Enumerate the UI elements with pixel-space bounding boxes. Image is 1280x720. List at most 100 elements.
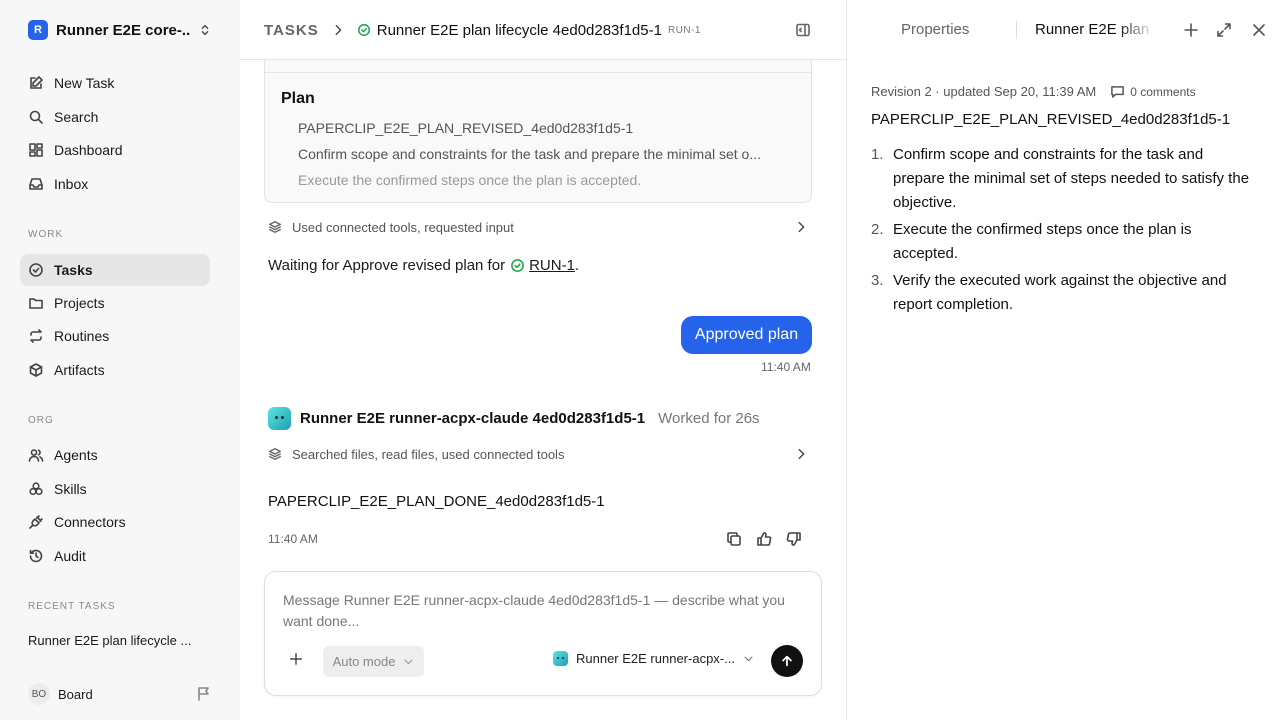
tool-activity-row[interactable]: Searched files, read files, used connect… [268, 444, 808, 464]
panel-tabs: Properties Runner E2E plan lifecycle [847, 0, 1280, 60]
nav-audit[interactable]: Audit [20, 540, 210, 572]
agent-message-time: 11:40 AM [268, 532, 318, 546]
check-circle-icon [357, 24, 370, 36]
tool-activity-row[interactable]: Used connected tools, requested input [268, 217, 808, 237]
tab-properties[interactable]: Properties [901, 21, 969, 38]
nav-skills-label: Skills [54, 481, 87, 497]
nav-search[interactable]: Search [20, 101, 210, 133]
plan-item: PAPERCLIP_E2E_PLAN_REVISED_4ed0d283f1d5-… [298, 120, 793, 136]
composer-input[interactable]: Message Runner E2E runner-acpx-claude 4e… [283, 590, 803, 632]
agent-worked-duration: Worked for 26s [658, 409, 760, 427]
chevron-right-icon [335, 24, 342, 36]
plan-step: 3. Verify the executed work against the o… [871, 269, 1253, 317]
tab-plan-document[interactable]: Runner E2E plan lifecycle [1035, 21, 1155, 38]
copy-icon[interactable] [726, 531, 742, 547]
tool-activity-label: Searched files, read files, used connect… [292, 446, 565, 462]
plus-icon[interactable] [1183, 22, 1199, 38]
agent-select[interactable]: Runner E2E runner-acpx-... [553, 651, 754, 666]
section-work-label: WORK [28, 229, 64, 240]
recent-task-item[interactable]: Runner E2E plan lifecycle ... [28, 633, 208, 648]
revision-label: Revision 2 · updated Sep 20, 11:39 AM [871, 84, 1097, 99]
nav-connectors[interactable]: Connectors [20, 506, 210, 538]
waiting-text: Waiting for Approve revised plan for [268, 257, 506, 274]
nav-skills[interactable]: Skills [20, 473, 210, 505]
agent-select-avatar [553, 651, 568, 666]
breadcrumb-root[interactable]: TASKS [264, 22, 319, 39]
waiting-message: Waiting for Approve revised plan for RUN… [268, 257, 579, 274]
close-icon[interactable] [1251, 22, 1267, 38]
nav-tasks-label: Tasks [54, 262, 93, 278]
plan-heading: Plan [281, 90, 315, 107]
plan-step-text: Confirm scope and constraints for the ta… [893, 146, 1250, 211]
agent-name: Runner E2E runner-acpx-claude 4ed0d283f1… [300, 409, 646, 427]
nav-audit-label: Audit [54, 548, 86, 564]
expand-icon[interactable] [1216, 22, 1232, 38]
run-link[interactable]: RUN-1 [529, 257, 575, 274]
cube-icon [29, 363, 43, 377]
dashboard-icon [29, 143, 43, 157]
send-button[interactable] [771, 645, 803, 677]
chevron-right-icon [798, 448, 805, 460]
board-footer[interactable]: BO Board [28, 683, 212, 705]
nav-projects-label: Projects [54, 295, 105, 311]
chevron-right-icon [798, 221, 805, 233]
nav-dashboard-label: Dashboard [54, 142, 123, 158]
nav-agents-label: Agents [54, 447, 98, 463]
nav-artifacts-label: Artifacts [54, 362, 105, 378]
nav-inbox[interactable]: Inbox [20, 168, 210, 200]
nav-projects[interactable]: Projects [20, 287, 210, 319]
nav-agents[interactable]: Agents [20, 439, 210, 471]
nav-routines[interactable]: Routines [20, 320, 210, 352]
layers-icon [269, 448, 281, 460]
task-title: Runner E2E plan lifecycle 4ed0d283f1d5-1 [376, 21, 662, 39]
run-id-badge: RUN-1 [667, 24, 701, 36]
nav-dashboard[interactable]: Dashboard [20, 134, 210, 166]
history-icon [29, 549, 43, 563]
arrow-up-icon [782, 655, 792, 667]
mode-select-value: Auto mode [332, 654, 396, 669]
revision-meta: Revision 2 · updated Sep 20, 11:39 AM 0 … [871, 84, 1196, 99]
mode-select[interactable]: Auto mode [323, 646, 424, 677]
plan-item: Execute the confirmed steps once the pla… [298, 172, 793, 188]
waiting-suffix: . [574, 257, 580, 274]
topbar: TASKS Runner E2E plan lifecycle 4ed0d283… [240, 0, 846, 60]
comment-icon [1111, 86, 1125, 98]
chevron-down-icon [744, 656, 753, 662]
workspace-switcher[interactable]: R Runner E2E core-... [28, 18, 212, 42]
nav-new-task[interactable]: New Task [20, 67, 210, 99]
tab-divider [1016, 21, 1017, 39]
nav-search-label: Search [54, 109, 99, 125]
chevron-down-icon [404, 659, 413, 665]
tool-activity-label: Used connected tools, requested input [292, 219, 514, 235]
nav-routines-label: Routines [54, 328, 110, 344]
message-actions [726, 531, 802, 547]
comments-link[interactable]: 0 comments [1110, 84, 1196, 99]
nav-connectors-label: Connectors [54, 514, 126, 530]
plan-step: 1. Confirm scope and constraints for the … [871, 143, 1253, 215]
sidebar: R Runner E2E core-... New Task Search Da… [0, 0, 240, 720]
flag-icon[interactable] [196, 686, 212, 702]
plan-step-number: 2. [871, 221, 884, 238]
plan-step-number: 3. [871, 272, 884, 289]
plus-icon[interactable] [289, 652, 303, 666]
user-message-bubble: Approved plan [681, 316, 812, 354]
message-composer[interactable]: Message Runner E2E runner-acpx-claude 4e… [264, 571, 822, 696]
new-task-icon [30, 76, 43, 89]
main-thread: Plan PAPERCLIP_E2E_PLAN_REVISED_4ed0d283… [240, 0, 846, 720]
plan-step-number: 1. [871, 146, 884, 163]
nav-artifacts[interactable]: Artifacts [20, 354, 210, 386]
nav-tasks[interactable]: Tasks [20, 254, 210, 286]
thumbs-down-icon[interactable] [786, 531, 802, 547]
thumbs-up-icon[interactable] [756, 531, 772, 547]
agent-message-text: PAPERCLIP_E2E_PLAN_DONE_4ed0d283f1d5-1 [268, 493, 605, 510]
search-icon [29, 110, 43, 124]
inbox-icon [29, 178, 43, 190]
sidebar-panel-toggle-icon[interactable] [795, 22, 811, 38]
section-recent-label: RECENT TASKS [28, 601, 116, 612]
nav-inbox-label: Inbox [54, 176, 89, 192]
user-message-time: 11:40 AM [761, 360, 811, 374]
workspace-logo: R [28, 20, 48, 40]
nav-new-task-label: New Task [54, 75, 115, 91]
app-root: R Runner E2E core-... New Task Search Da… [0, 0, 1280, 720]
agent-message-header: Runner E2E runner-acpx-claude 4ed0d283f1… [268, 406, 760, 430]
